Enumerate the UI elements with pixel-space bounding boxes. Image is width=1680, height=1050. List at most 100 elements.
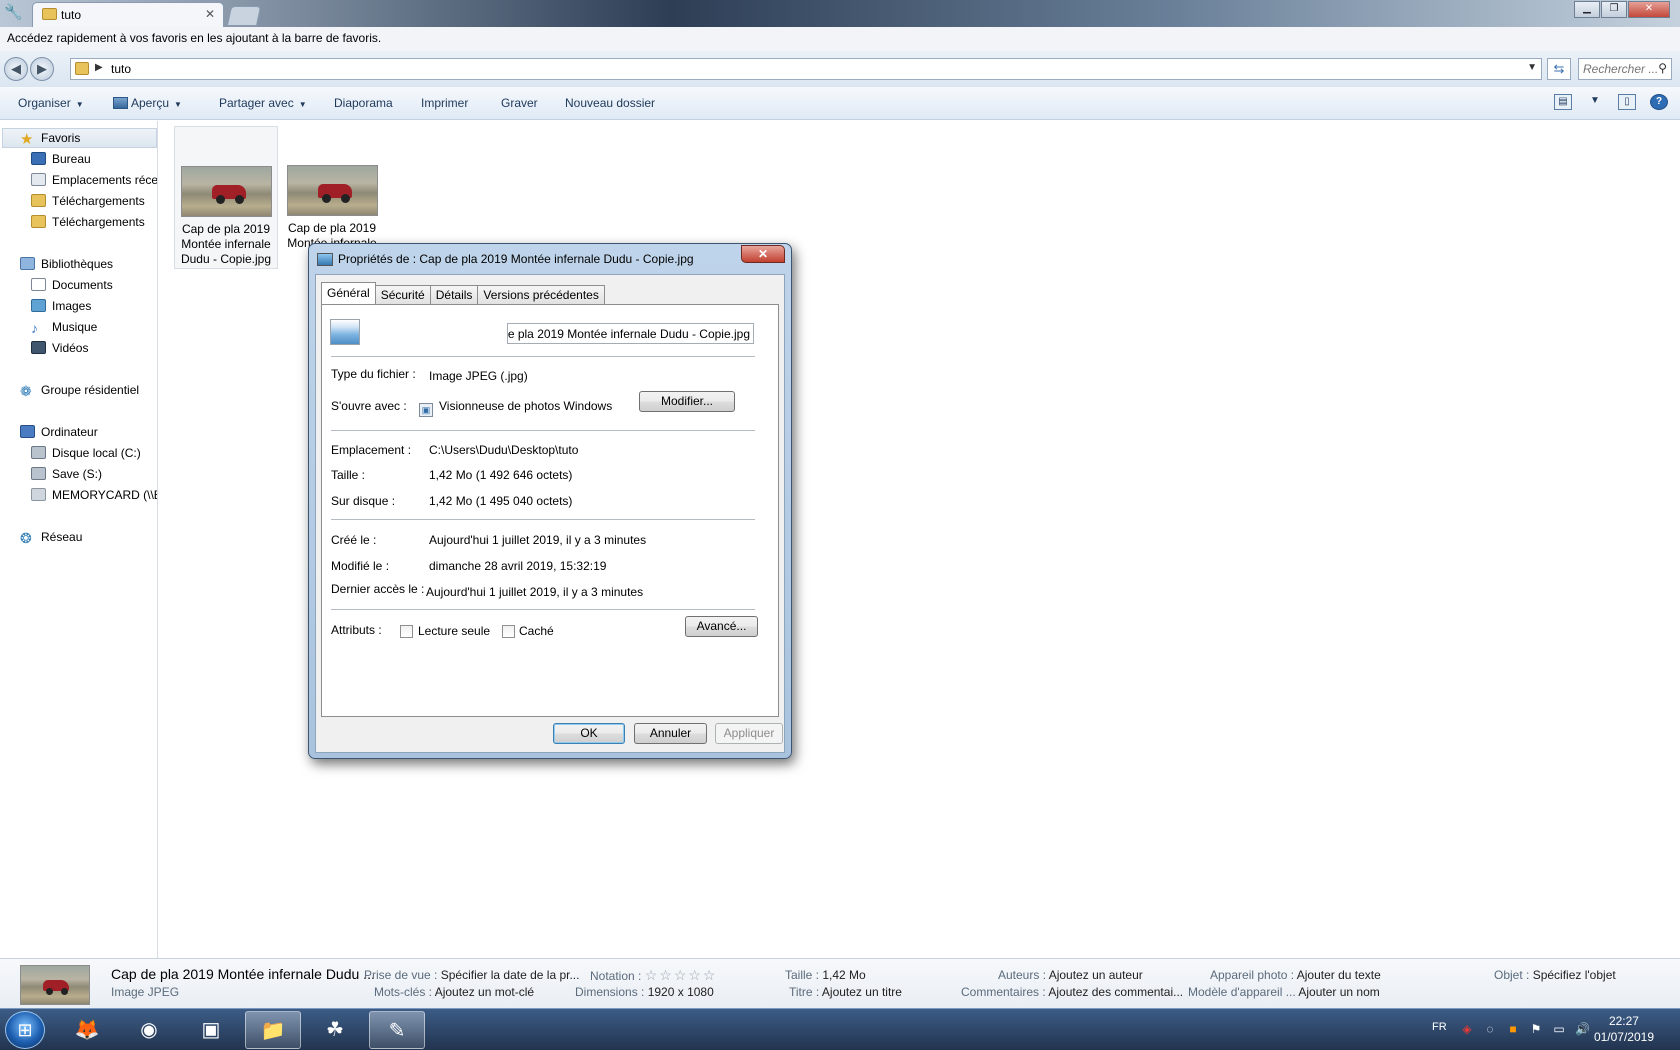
view-options-icon[interactable]: ▤	[1554, 94, 1572, 110]
nav-homegroup[interactable]: ❁ Groupe résidentiel	[20, 380, 139, 400]
media-player-icon[interactable]: ▣	[183, 1011, 239, 1049]
preview-pane-icon[interactable]: ▯	[1618, 94, 1636, 110]
tab-previous-versions[interactable]: Versions précédentes	[477, 285, 605, 304]
details-thumbnail	[20, 965, 90, 1005]
print-button[interactable]: Imprimer	[421, 96, 468, 110]
nav-images[interactable]: Images	[31, 296, 91, 316]
nav-downloads-2[interactable]: Téléchargements	[31, 212, 145, 232]
nav-downloads-1[interactable]: Téléchargements	[31, 191, 145, 211]
start-button[interactable]: ⊞	[5, 1011, 45, 1049]
flag-icon[interactable]: ⚑	[1529, 1022, 1543, 1036]
nav-computer[interactable]: Ordinateur	[20, 422, 98, 442]
details-pane: Cap de pla 2019 Montée infernale Dudu ..…	[0, 958, 1680, 1008]
nav-favorites[interactable]: ★ Favoris	[20, 128, 80, 148]
nav-label: Images	[52, 299, 92, 313]
back-button[interactable]: ◀	[4, 57, 28, 81]
properties-dialog: Propriétés de : Cap de pla 2019 Montée i…	[308, 243, 792, 759]
keywords-field[interactable]: Mots-clés : Ajoutez un mot-clé	[374, 985, 534, 999]
organize-menu[interactable]: Organiser ▼	[18, 96, 84, 110]
clock-date: 01/07/2019	[1593, 1030, 1654, 1044]
nav-label: Favoris	[41, 131, 81, 145]
tab-tuto[interactable]: tuto ✕	[32, 2, 224, 27]
dialog-close-button[interactable]: ✕	[741, 245, 785, 263]
firefox-icon[interactable]: 🦊	[59, 1011, 115, 1049]
nav-memorycard[interactable]: MEMORYCARD (\\E	[31, 485, 157, 505]
steam-icon[interactable]: ◉	[121, 1011, 177, 1049]
favorites-hint-bar: Accédez rapidement à vos favoris en les …	[0, 27, 1680, 51]
filename-field[interactable]: Cap de pla 2019 Montée infernale Dudu - …	[507, 323, 754, 344]
camera-field[interactable]: Appareil photo : Ajouter du texte	[1210, 968, 1381, 982]
network-status-icon[interactable]: ▭	[1552, 1022, 1566, 1036]
help-icon[interactable]: ?	[1650, 94, 1668, 110]
title-field[interactable]: Titre : Ajoutez un titre	[789, 985, 902, 999]
tab-security[interactable]: Sécurité	[374, 285, 431, 304]
properties-window-icon[interactable]: ✎	[369, 1011, 425, 1049]
filename-value: Cap de pla 2019 Montée infernale Dudu - …	[507, 327, 750, 341]
authors-field[interactable]: Auteurs : Ajoutez un auteur	[998, 968, 1143, 982]
forward-button[interactable]: ▶	[30, 57, 54, 81]
modify-button[interactable]: Modifier...	[639, 391, 735, 412]
nav-disk-c[interactable]: Disque local (C:)	[31, 443, 141, 463]
nav-libraries[interactable]: Bibliothèques	[20, 254, 113, 274]
notification-icon[interactable]: ■	[1506, 1022, 1520, 1036]
nav-desktop[interactable]: Bureau	[31, 149, 91, 169]
search-box[interactable]: ⚲	[1578, 58, 1672, 80]
address-bar[interactable]: ▶ tuto ▼	[70, 58, 1542, 80]
slideshow-button[interactable]: Diaporama	[334, 96, 393, 110]
explorer-icon[interactable]: 📁	[245, 1011, 301, 1049]
preview-menu[interactable]: Aperçu ▼	[113, 96, 182, 110]
close-window-button[interactable]: ✕	[1628, 1, 1670, 18]
dialog-tabs: Général Sécurité Détails Versions précéd…	[321, 282, 605, 304]
chevron-right-icon[interactable]: ▶	[95, 62, 103, 73]
tab-general[interactable]: Général	[321, 282, 376, 304]
new-tab-button[interactable]	[226, 6, 262, 26]
minimize-button[interactable]: ▁	[1574, 1, 1600, 18]
burn-button[interactable]: Graver	[501, 96, 538, 110]
details-filetype: Image JPEG	[111, 985, 180, 999]
nav-network[interactable]: ❂ Réseau	[20, 527, 82, 547]
refresh-button[interactable]: ⇆	[1547, 58, 1571, 80]
app-tray-icon[interactable]: ◌	[1483, 1022, 1497, 1036]
ok-button[interactable]: OK	[553, 723, 625, 744]
clock[interactable]: 22:27 01/07/2019	[1594, 1013, 1654, 1045]
image-file-icon	[317, 253, 333, 266]
share-menu[interactable]: Partager avec ▼	[219, 96, 307, 110]
search-input[interactable]	[1583, 60, 1657, 78]
nav-label: Vidéos	[52, 341, 89, 355]
date-taken-field[interactable]: Prise de vue : Spécifier la date de la p…	[364, 968, 579, 982]
rating-field[interactable]: Notation : ☆☆☆☆☆	[590, 967, 717, 984]
nav-music[interactable]: ♪ Musique	[31, 317, 97, 337]
tab-details[interactable]: Détails	[429, 285, 479, 304]
antivirus-icon[interactable]: ◈	[1460, 1022, 1474, 1036]
close-tab-icon[interactable]: ✕	[205, 7, 215, 21]
nav-videos[interactable]: Vidéos	[31, 338, 88, 358]
advanced-button[interactable]: Avancé...	[685, 616, 758, 637]
language-indicator[interactable]: FR	[1432, 1021, 1447, 1033]
size-value: 1,42 Mo (1 492 646 octets)	[429, 468, 573, 482]
readonly-checkbox[interactable]	[400, 625, 413, 638]
volume-icon[interactable]: 🔊	[1575, 1022, 1590, 1036]
chevron-down-icon[interactable]: ▼	[1527, 62, 1537, 73]
nav-recent-places[interactable]: Emplacements récents	[31, 170, 157, 190]
new-folder-button[interactable]: Nouveau dossier	[565, 96, 655, 110]
clover-icon[interactable]: ☘	[307, 1011, 363, 1049]
disk-size-label: Sur disque :	[331, 494, 396, 508]
nav-documents[interactable]: Documents	[31, 275, 113, 295]
apply-button[interactable]: Appliquer	[715, 723, 783, 744]
breadcrumb[interactable]: tuto	[111, 62, 131, 76]
subject-field[interactable]: Objet : Spécifiez l'objet	[1494, 968, 1616, 982]
wrench-icon[interactable]: 🔧	[4, 3, 26, 23]
title-bar: 🔧 tuto ✕ ▁ ❐ ✕	[0, 0, 1680, 27]
search-icon[interactable]: ⚲	[1658, 61, 1667, 75]
comments-field[interactable]: Commentaires : Ajoutez des commentai...	[961, 985, 1183, 999]
comments-value: Ajoutez des commentai...	[1048, 985, 1184, 999]
cancel-button[interactable]: Annuler	[634, 723, 707, 744]
maximize-button[interactable]: ❐	[1601, 1, 1627, 18]
file-item[interactable]: Cap de pla 2019 Montée infernale Dudu - …	[174, 126, 278, 269]
hidden-checkbox[interactable]	[502, 625, 515, 638]
camera-model-field[interactable]: Modèle d'appareil ... Ajouter un nom	[1188, 985, 1380, 999]
readonly-label: Lecture seule	[418, 624, 491, 638]
chevron-down-icon[interactable]: ▼	[1586, 94, 1604, 110]
nav-save-s[interactable]: Save (S:)	[31, 464, 102, 484]
rating-stars-icon[interactable]: ☆☆☆☆☆	[645, 967, 718, 983]
